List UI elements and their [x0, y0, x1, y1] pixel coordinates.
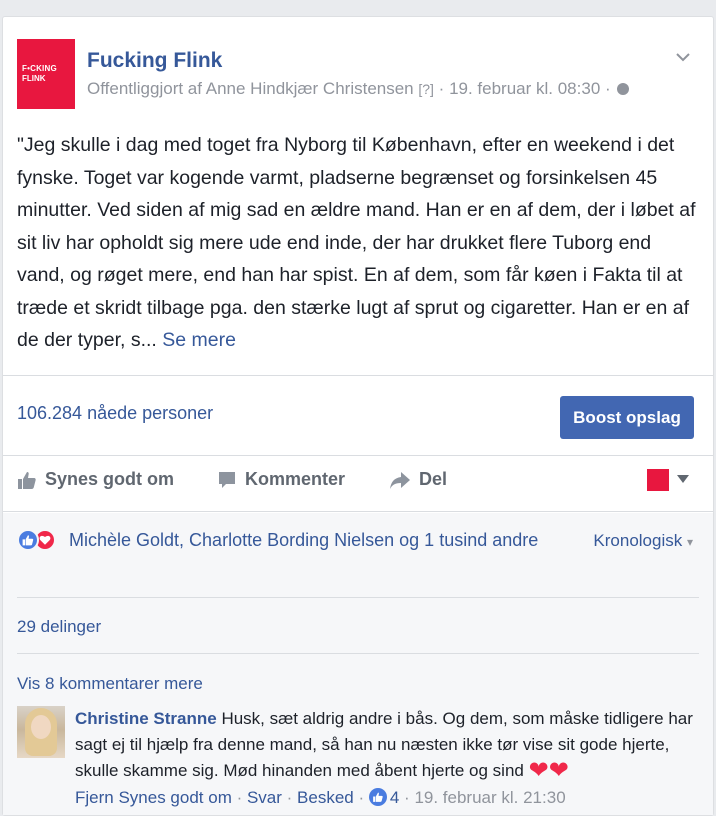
post-meta: Offentliggjort af Anne Hindkjær Christen…	[87, 79, 630, 99]
like-reaction-icon	[17, 529, 39, 551]
divider	[17, 653, 699, 654]
separator: ·	[353, 788, 369, 807]
meta-separator: ·	[433, 79, 450, 98]
post-card: F•CKING FLINK Fucking Flink Offentliggjo…	[2, 16, 714, 816]
avatar-face	[31, 715, 51, 739]
like-label: Synes godt om	[45, 469, 175, 489]
like-badge-icon	[368, 788, 387, 806]
separator: ·	[399, 788, 415, 807]
published-by[interactable]: Offentliggjort af Anne Hindkjær Christen…	[87, 79, 414, 98]
separator: ·	[231, 788, 247, 807]
globe-icon[interactable]	[617, 83, 630, 95]
post-text: "Jeg skulle i dag med toget fra Nyborg t…	[17, 129, 703, 357]
shares-count[interactable]: 29 delinger	[17, 617, 101, 637]
post-header: F•CKING FLINK Fucking Flink Offentliggjo…	[17, 39, 703, 109]
caret-down-icon[interactable]	[677, 475, 689, 483]
share-button[interactable]: Del	[389, 469, 447, 490]
caret-down-icon: ▾	[686, 535, 693, 549]
chevron-down-icon[interactable]	[675, 49, 691, 65]
sort-dropdown[interactable]: Kronologisk ▾	[593, 531, 693, 551]
comment-icon	[219, 471, 235, 488]
boost-button[interactable]: Boost opslag	[560, 396, 694, 439]
comment-label: Kommenter	[245, 469, 346, 489]
post-body: "Jeg skulle i dag med toget fra Nyborg t…	[17, 134, 696, 351]
comment-like-count[interactable]: 4	[390, 788, 399, 807]
sort-label: Kronologisk	[593, 531, 683, 550]
divider	[17, 597, 699, 598]
reactions-row[interactable]: Michèle Goldt, Charlotte Bording Nielsen…	[17, 529, 538, 551]
logo-line2: FLINK	[22, 74, 46, 83]
page-logo[interactable]: F•CKING FLINK	[17, 39, 75, 109]
heart-emoji: ❤❤	[528, 757, 569, 784]
comment-button[interactable]: Kommenter	[217, 469, 345, 490]
reaction-icons	[17, 529, 67, 551]
unlike-link[interactable]: Fjern Synes godt om	[75, 788, 232, 807]
comment-author[interactable]: Christine Stranne	[75, 709, 217, 728]
view-more-comments-link[interactable]: Vis 8 kommentarer mere	[17, 674, 203, 694]
see-more-link[interactable]: Se mere	[162, 329, 236, 351]
divider	[3, 511, 713, 512]
reach-count[interactable]: 106.284 nåede personer	[17, 403, 213, 424]
page-avatar-icon[interactable]	[647, 469, 669, 491]
page-name[interactable]: Fucking Flink	[87, 49, 222, 73]
logo-line1: F•CKING	[22, 64, 57, 73]
help-link[interactable]: [?]	[418, 81, 434, 97]
post-timestamp[interactable]: 19. februar kl. 08:30	[449, 79, 600, 98]
avatar[interactable]	[17, 706, 65, 758]
share-icon	[390, 471, 410, 489]
separator: ·	[281, 788, 298, 807]
thumbs-up-icon	[18, 471, 36, 489]
post-actions: Synes godt om Kommenter Del	[3, 457, 713, 511]
comments-section: Michèle Goldt, Charlotte Bording Nielsen…	[3, 513, 713, 815]
message-link[interactable]: Besked	[297, 788, 354, 807]
divider	[3, 375, 713, 376]
divider	[3, 455, 713, 456]
share-label: Del	[419, 469, 448, 489]
meta-separator-2: ·	[600, 79, 616, 98]
like-button[interactable]: Synes godt om	[17, 469, 174, 490]
comment-timestamp[interactable]: 19. februar kl. 21:30	[414, 788, 565, 807]
comment-body: Christine Stranne Husk, sæt aldrig andre…	[75, 706, 695, 784]
reactions-text: Michèle Goldt, Charlotte Bording Nielsen…	[69, 529, 539, 550]
reply-link[interactable]: Svar	[247, 788, 282, 807]
comment-actions: Fjern Synes godt om · Svar · Besked · 4 …	[75, 788, 566, 808]
